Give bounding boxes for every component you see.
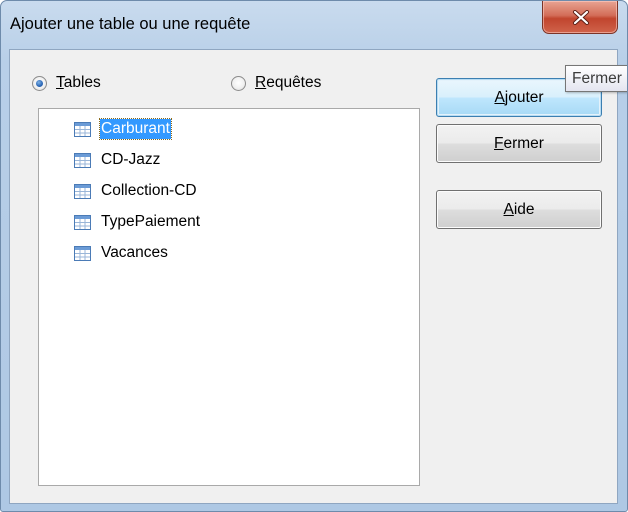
- list-item[interactable]: CD-Jazz: [74, 148, 161, 172]
- radio-requetes-label: Requêtes: [255, 74, 322, 91]
- radio-requetes[interactable]: Requêtes: [231, 73, 321, 93]
- list-item-label: Carburant: [99, 118, 172, 140]
- list-item-label: CD-Jazz: [101, 151, 161, 168]
- list-item[interactable]: Collection-CD: [74, 179, 198, 203]
- window-title: Ajouter une table ou une requête: [10, 15, 251, 33]
- tooltip: Fermer: [565, 65, 627, 92]
- table-icon: [74, 214, 91, 230]
- list-item-label: Vacances: [101, 244, 168, 261]
- list-item[interactable]: TypePaiement: [74, 210, 201, 234]
- dialog-window: Ajouter une table ou une requête Tables …: [0, 0, 628, 512]
- title-bar[interactable]: Ajouter une table ou une requête: [1, 1, 627, 49]
- radio-tables-indicator[interactable]: [32, 75, 47, 91]
- radio-tables[interactable]: Tables: [32, 73, 101, 93]
- radio-requetes-indicator[interactable]: [231, 75, 246, 91]
- list-item[interactable]: Vacances: [74, 241, 169, 265]
- list-item-label: Collection-CD: [101, 182, 197, 199]
- fermer-button[interactable]: Fermer: [436, 124, 602, 163]
- table-icon: [74, 183, 91, 199]
- fermer-button-label: Fermer: [494, 134, 544, 152]
- table-icon: [74, 245, 91, 261]
- radio-tables-label: Tables: [56, 74, 101, 91]
- dialog-content: Tables Requêtes Carburant CD-Jazz Collec…: [9, 49, 618, 504]
- aide-button-label: Aide: [503, 200, 535, 218]
- aide-button[interactable]: Aide: [436, 190, 602, 229]
- close-button[interactable]: [542, 1, 618, 34]
- list-item-label: TypePaiement: [101, 213, 201, 230]
- table-icon: [74, 152, 91, 168]
- ajouter-button-label: Ajouter: [494, 88, 544, 106]
- close-icon: [573, 10, 589, 25]
- table-icon: [74, 121, 91, 137]
- list-item[interactable]: Carburant: [74, 117, 172, 141]
- table-list[interactable]: Carburant CD-Jazz Collection-CD TypePaie…: [38, 108, 420, 486]
